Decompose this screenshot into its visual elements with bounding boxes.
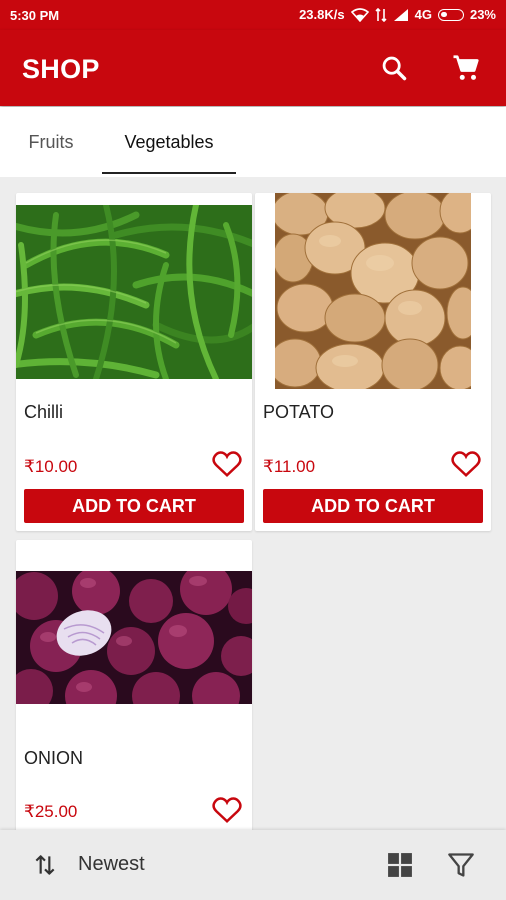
product-price: ₹10.00 bbox=[24, 457, 78, 476]
grid-icon[interactable] bbox=[385, 850, 415, 880]
product-price: ₹25.00 bbox=[24, 802, 78, 821]
product-card[interactable]: Chilli ₹10.00 ADD TO CART bbox=[16, 193, 252, 531]
network-type: 4G bbox=[414, 7, 432, 22]
tab-label: Vegetables bbox=[124, 131, 214, 152]
product-image-potato bbox=[275, 193, 471, 389]
sort-label[interactable]: Newest bbox=[78, 853, 145, 876]
tab-indicator bbox=[102, 172, 236, 174]
battery-icon bbox=[437, 8, 464, 21]
sort-icon[interactable] bbox=[32, 852, 58, 878]
tab-vegetables[interactable]: Vegetables bbox=[102, 107, 236, 177]
add-to-cart-button[interactable]: ADD TO CART bbox=[24, 489, 244, 523]
status-time: 5:30 PM bbox=[10, 8, 60, 23]
product-name: POTATO bbox=[263, 402, 335, 422]
battery-percent: 23% bbox=[469, 7, 496, 22]
product-card[interactable]: ONION ₹25.00 bbox=[16, 540, 252, 840]
tab-fruits[interactable]: Fruits bbox=[14, 107, 88, 177]
heart-icon[interactable] bbox=[449, 447, 483, 481]
cart-icon[interactable] bbox=[448, 50, 484, 86]
status-bar: 5:30 PM 23.8K/s 4G 23% bbox=[0, 0, 506, 30]
heart-icon[interactable] bbox=[210, 793, 244, 827]
bottom-bar: Newest bbox=[0, 830, 506, 900]
product-name: ONION bbox=[24, 748, 84, 768]
heart-icon[interactable] bbox=[210, 447, 244, 481]
wifi-icon bbox=[350, 7, 369, 22]
add-to-cart-button[interactable]: ADD TO CART bbox=[263, 489, 483, 523]
app-bar: SHOP bbox=[0, 30, 506, 106]
product-price: ₹11.00 bbox=[263, 457, 316, 476]
filter-icon[interactable] bbox=[446, 850, 476, 880]
status-indicators: 23.8K/s 4G 23% bbox=[299, 7, 496, 22]
data-icon bbox=[375, 7, 387, 22]
signal-icon bbox=[393, 8, 409, 22]
app-title: SHOP bbox=[22, 54, 100, 84]
category-tabs: Fruits Vegetables bbox=[0, 107, 506, 177]
product-name: Chilli bbox=[24, 402, 64, 422]
product-image-onion bbox=[16, 571, 252, 704]
product-card[interactable]: POTATO ₹11.00 ADD TO CART bbox=[255, 193, 491, 531]
product-image-chilli bbox=[16, 205, 252, 379]
tab-label: Fruits bbox=[28, 131, 74, 152]
network-speed: 23.8K/s bbox=[299, 7, 345, 22]
search-icon[interactable] bbox=[376, 50, 412, 86]
